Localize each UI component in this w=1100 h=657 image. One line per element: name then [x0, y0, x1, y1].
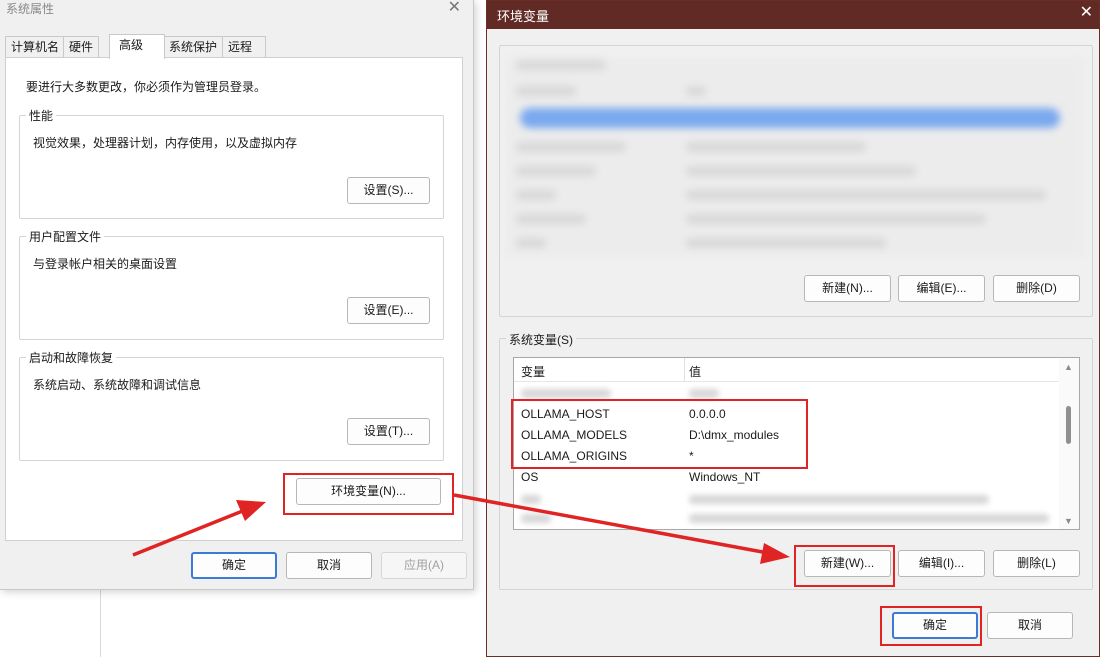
user-profiles-settings-button[interactable]: 设置(E)...	[347, 297, 430, 324]
startup-recovery-settings-button[interactable]: 设置(T)...	[347, 418, 430, 445]
table-row[interactable]: OS Windows_NT	[514, 467, 1059, 488]
system-edit-button[interactable]: 编辑(I)...	[898, 550, 985, 577]
list-header: 变量 值	[514, 358, 1059, 382]
variable-name: OS	[521, 470, 539, 484]
cancel-button[interactable]: 取消	[286, 552, 372, 579]
tab-computer-name[interactable]: 计算机名	[5, 36, 66, 58]
tab-system-protection[interactable]: 系统保护	[163, 36, 224, 58]
user-profiles-group: 用户配置文件 与登录帐户相关的桌面设置 设置(E)...	[19, 228, 444, 340]
scroll-thumb[interactable]	[1066, 406, 1071, 444]
user-delete-button[interactable]: 删除(D)	[993, 275, 1080, 302]
system-delete-button[interactable]: 删除(L)	[993, 550, 1080, 577]
scroll-up-icon[interactable]: ▲	[1064, 362, 1073, 372]
user-variables-group: 新建(N)... 编辑(E)... 删除(D)	[499, 45, 1093, 317]
close-icon[interactable]: ✕	[1080, 5, 1093, 21]
environment-variables-window: 环境变量 ✕ 新建(N)... 编辑(E)... 删除(D) 系统变量(S) 变…	[486, 0, 1100, 657]
user-profiles-title: 用户配置文件	[26, 228, 105, 245]
system-variables-title: 系统变量(S)	[506, 331, 576, 348]
user-variables-list-blurred	[506, 58, 1084, 256]
desktop-background	[0, 590, 480, 657]
advanced-tab-panel: 要进行大多数更改，你必须作为管理员登录。 性能 视觉效果，处理器计划，内存使用，…	[5, 57, 463, 541]
highlight-env-button	[283, 473, 454, 515]
column-divider[interactable]	[684, 358, 685, 382]
environment-variables-titlebar[interactable]: 环境变量 ✕	[487, 1, 1099, 29]
admin-notice: 要进行大多数更改，你必须作为管理员登录。	[26, 80, 267, 94]
startup-recovery-desc: 系统启动、系统故障和调试信息	[33, 378, 202, 392]
apply-button[interactable]: 应用(A)	[381, 552, 467, 579]
highlight-system-new-button	[794, 545, 895, 587]
user-edit-button[interactable]: 编辑(E)...	[898, 275, 985, 302]
ok-button[interactable]: 确定	[191, 552, 277, 579]
column-header-variable[interactable]: 变量	[521, 363, 545, 380]
table-row-blurred[interactable]	[514, 489, 1059, 510]
performance-desc: 视觉效果，处理器计划，内存使用，以及虚拟内存	[33, 136, 298, 150]
vertical-scrollbar[interactable]: ▲ ▼	[1059, 358, 1079, 529]
system-properties-titlebar[interactable]: 系统属性 ✕	[0, 0, 473, 30]
tab-remote[interactable]: 远程	[222, 36, 266, 58]
close-icon[interactable]: ✕	[448, 0, 461, 16]
variable-value: Windows_NT	[689, 470, 761, 484]
column-header-value[interactable]: 值	[689, 363, 701, 380]
scroll-down-icon[interactable]: ▼	[1064, 516, 1073, 526]
env-cancel-button[interactable]: 取消	[987, 612, 1073, 639]
desktop-divider	[100, 590, 101, 657]
highlight-env-ok-button	[880, 606, 982, 646]
performance-title: 性能	[26, 107, 57, 124]
window-title: 系统属性	[6, 2, 55, 16]
user-new-button[interactable]: 新建(N)...	[804, 275, 891, 302]
user-profiles-desc: 与登录帐户相关的桌面设置	[33, 257, 178, 271]
startup-recovery-title: 启动和故障恢复	[26, 349, 117, 366]
tab-advanced[interactable]: 高级	[109, 34, 165, 59]
tab-hardware[interactable]: 硬件	[63, 36, 100, 58]
startup-recovery-group: 启动和故障恢复 系统启动、系统故障和调试信息 设置(T)...	[19, 349, 444, 461]
highlight-ollama-rows	[511, 399, 808, 469]
window-title: 环境变量	[497, 9, 550, 24]
table-row-blurred[interactable]	[514, 508, 1059, 529]
performance-settings-button[interactable]: 设置(S)...	[347, 177, 430, 204]
performance-group: 性能 视觉效果，处理器计划，内存使用，以及虚拟内存 设置(S)...	[19, 107, 444, 219]
